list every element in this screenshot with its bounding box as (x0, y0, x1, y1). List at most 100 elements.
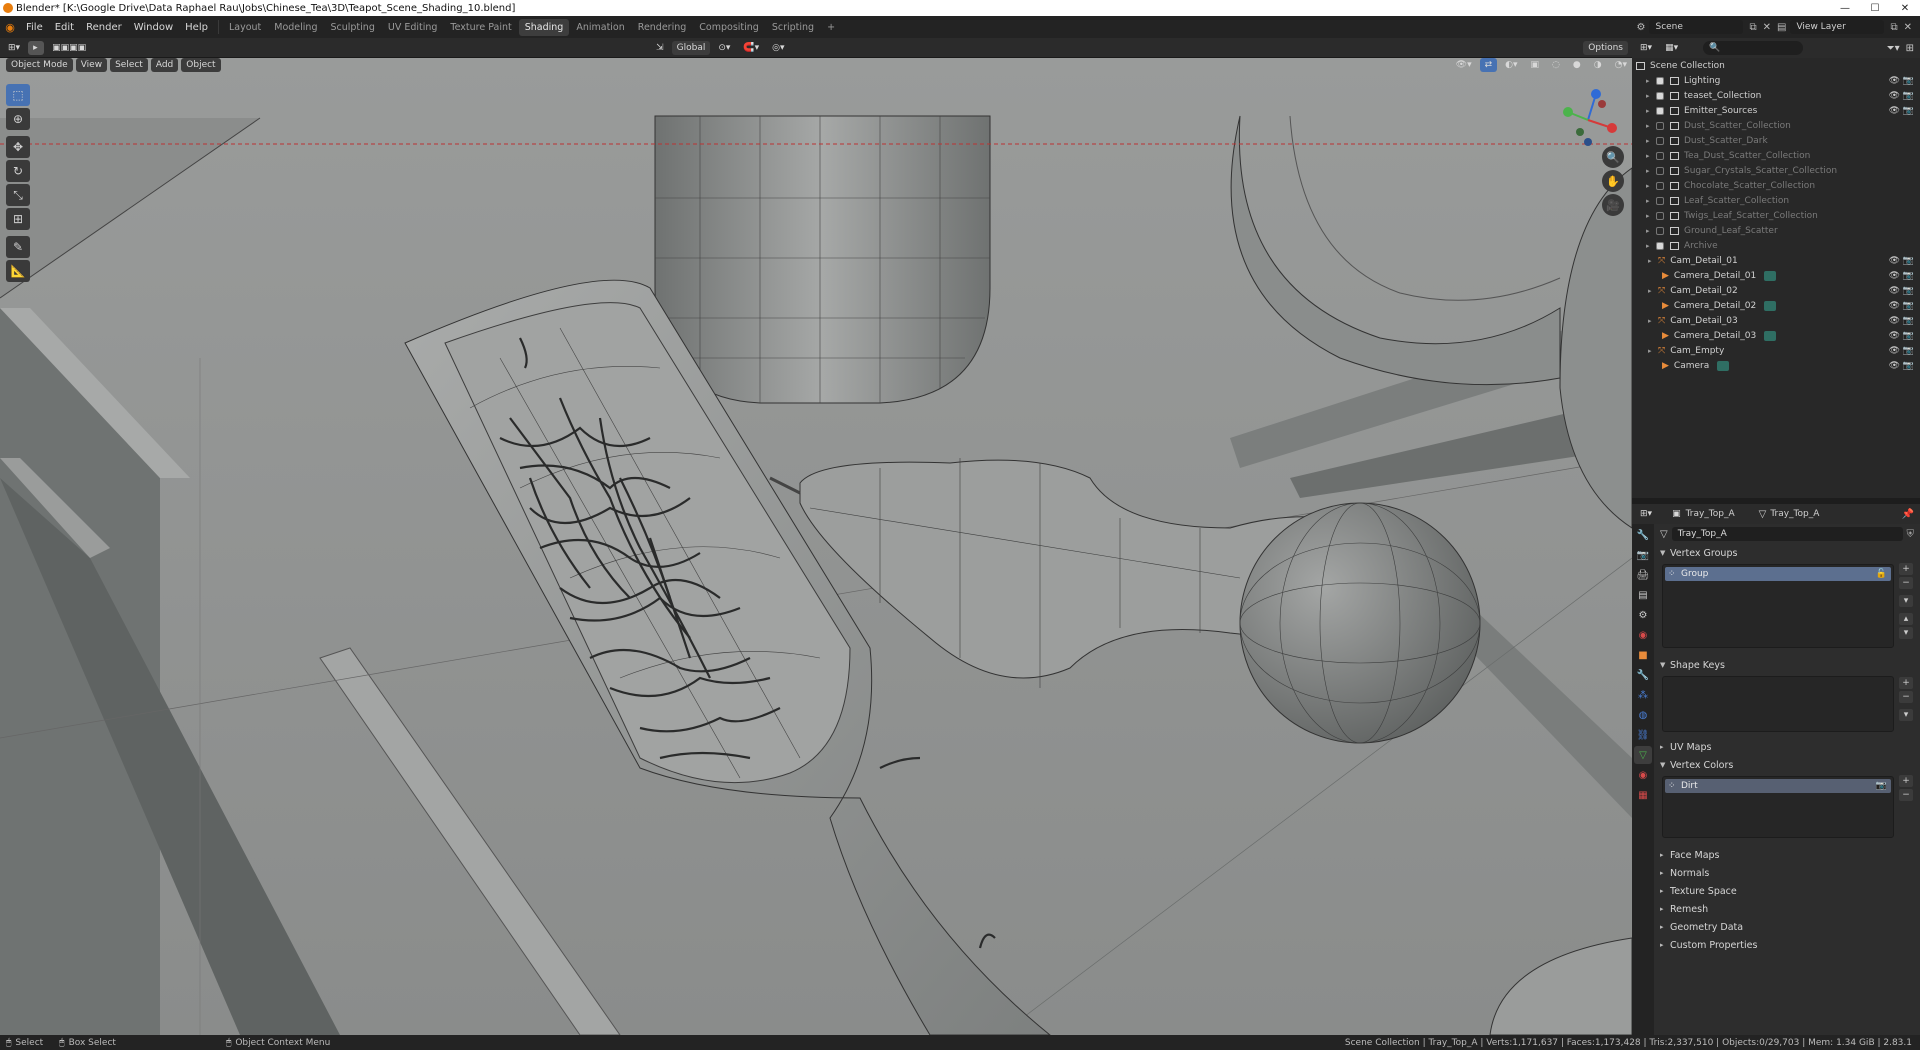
shading-rendered-icon[interactable]: ◔▾ (1610, 58, 1632, 72)
3d-viewport[interactable] (0, 58, 1632, 1035)
mesh-name-field[interactable]: Tray_Top_A (1671, 527, 1903, 541)
render-toggle-icon[interactable]: 📷 (1903, 91, 1914, 101)
expand-arrow-icon[interactable]: ▸ (1646, 137, 1654, 145)
expand-arrow-icon[interactable]: ▸ (1646, 197, 1654, 205)
expand-arrow-icon[interactable]: ▸ (1646, 92, 1654, 100)
vertex-color-item[interactable]: ⁘ Dirt 📷 (1665, 779, 1891, 793)
object-breadcrumb[interactable]: Tray_Top_A (1686, 509, 1735, 519)
expand-arrow-icon[interactable]: ▸ (1646, 122, 1654, 130)
camera-view-icon[interactable]: 🎥 (1602, 194, 1624, 216)
visibility-eye-icon[interactable]: 👁 (1889, 106, 1900, 116)
shape-keys-panel-header[interactable]: ▼ Shape Keys (1654, 656, 1920, 674)
tab-shading[interactable]: Shading (518, 18, 570, 36)
add-vertex-color-button[interactable]: + (1899, 775, 1913, 787)
vertex-groups-panel-header[interactable]: ▼ Vertex Groups (1654, 544, 1920, 562)
scene-tab-icon[interactable]: ⚙ (1634, 606, 1652, 624)
visibility-eye-icon[interactable]: 👁 (1889, 346, 1900, 356)
render-tab-icon[interactable]: 📷 (1634, 546, 1652, 564)
visibility-eye-icon[interactable]: 👁 (1889, 91, 1900, 101)
outliner-row[interactable]: ▸ Tea_Dust_Scatter_Collection (1632, 148, 1920, 163)
blender-menu-icon[interactable]: ◉ (0, 21, 20, 34)
visibility-eye-icon[interactable]: 👁 (1889, 271, 1900, 281)
editor-type-icon[interactable]: ⊞▾ (3, 41, 25, 55)
remesh-panel-header[interactable]: ▸ Remesh (1654, 900, 1920, 918)
remove-vertex-group-button[interactable]: − (1899, 577, 1913, 589)
close-icon[interactable]: ✕ (1890, 0, 1920, 16)
view-menu[interactable]: View (75, 58, 108, 72)
lock-icon[interactable]: 🔓 (1876, 569, 1887, 579)
expand-arrow-icon[interactable]: ▸ (1646, 152, 1654, 160)
exclude-checkbox[interactable] (1656, 166, 1664, 175)
move-down-button[interactable]: ▾ (1899, 627, 1913, 639)
texture-tab-icon[interactable]: ▦ (1634, 786, 1652, 804)
shape-key-specials-button[interactable]: ▾ (1899, 709, 1913, 721)
tab-texture-paint[interactable]: Texture Paint (444, 19, 517, 36)
exclude-checkbox[interactable] (1656, 181, 1664, 190)
exclude-checkbox[interactable] (1656, 106, 1664, 115)
select-menu[interactable]: Select (110, 58, 148, 72)
world-tab-icon[interactable]: ◉ (1634, 626, 1652, 644)
render-toggle-icon[interactable]: 📷 (1903, 301, 1914, 311)
expand-arrow-icon[interactable]: ▸ (1648, 347, 1656, 355)
outliner-row[interactable]: ▸ Lighting 👁 📷 (1632, 73, 1920, 88)
outliner-row[interactable]: ▶ Camera_Detail_01 👁 📷 (1632, 268, 1920, 283)
expand-arrow-icon[interactable]: ▸ (1646, 227, 1654, 235)
exclude-checkbox[interactable] (1656, 136, 1664, 145)
render-toggle-icon[interactable]: 📷 (1903, 286, 1914, 296)
menu-file[interactable]: File (20, 22, 49, 33)
new-collection-icon[interactable]: ⊞ (1906, 43, 1914, 54)
exclude-checkbox[interactable] (1656, 91, 1664, 100)
tab-compositing[interactable]: Compositing (693, 19, 765, 36)
visibility-eye-icon[interactable]: 👁 (1889, 301, 1900, 311)
expand-arrow-icon[interactable]: ▸ (1648, 287, 1656, 295)
render-toggle-icon[interactable]: 📷 (1903, 346, 1914, 356)
add-menu[interactable]: Add (150, 58, 179, 72)
shading-solid-icon[interactable]: ● (1568, 58, 1586, 72)
tab-scripting[interactable]: Scripting (766, 19, 820, 36)
exclude-checkbox[interactable] (1656, 211, 1664, 220)
expand-arrow-icon[interactable]: ▸ (1646, 167, 1654, 175)
visibility-eye-icon[interactable]: 👁 (1889, 316, 1900, 326)
select-mode-icon[interactable]: ▸ (28, 40, 45, 55)
menu-help[interactable]: Help (179, 22, 214, 33)
face-maps-panel-header[interactable]: ▸ Face Maps (1654, 846, 1920, 864)
tab-layout[interactable]: Layout (223, 19, 267, 36)
overlay-icon[interactable]: ◐▾ (1500, 58, 1522, 72)
gizmo-toggle-icon[interactable]: ⇄ (1479, 58, 1498, 72)
outliner-row[interactable]: ▶ Camera_Detail_03 👁 📷 (1632, 328, 1920, 343)
outliner-row[interactable]: ▶ Camera_Detail_02 👁 📷 (1632, 298, 1920, 313)
move-tool-icon[interactable]: ✥ (6, 136, 30, 158)
outliner-row[interactable]: ▸ ⤧ Cam_Detail_02 👁 📷 (1632, 283, 1920, 298)
remove-shape-key-button[interactable]: − (1899, 691, 1913, 703)
tab-modeling[interactable]: Modeling (268, 19, 323, 36)
expand-arrow-icon[interactable]: ▸ (1648, 317, 1656, 325)
display-mode-icon[interactable]: ▦▾ (1660, 41, 1683, 55)
filter-icon[interactable]: ⏷▾ (1887, 43, 1900, 54)
move-up-button[interactable]: ▴ (1899, 613, 1913, 625)
visibility-icon[interactable]: 👁▾ (1451, 58, 1477, 72)
normals-panel-header[interactable]: ▸ Normals (1654, 864, 1920, 882)
exclude-checkbox[interactable] (1656, 241, 1664, 250)
expand-arrow-icon[interactable]: ▸ (1646, 107, 1654, 115)
object-tab-icon[interactable]: ■ (1634, 646, 1652, 664)
shape-keys-list[interactable]: + − ▾ (1662, 676, 1913, 732)
render-toggle-icon[interactable]: 📷 (1903, 106, 1914, 116)
render-toggle-icon[interactable]: 📷 (1903, 331, 1914, 341)
outliner-row[interactable]: ▸ Dust_Scatter_Dark (1632, 133, 1920, 148)
shading-wireframe-icon[interactable]: ◌ (1547, 58, 1565, 72)
box-select-modes-icon[interactable]: ▣▣▣▣ (47, 41, 91, 55)
menu-render[interactable]: Render (80, 22, 128, 33)
particles-tab-icon[interactable]: ⁂ (1634, 686, 1652, 704)
render-toggle-icon[interactable]: 📷 (1903, 76, 1914, 86)
physics-tab-icon[interactable]: ◍ (1634, 706, 1652, 724)
shading-material-icon[interactable]: ◑ (1589, 58, 1607, 72)
outliner-row[interactable]: ▸ ⤧ Cam_Detail_03 👁 📷 (1632, 313, 1920, 328)
outliner-row[interactable]: ▸ Sugar_Crystals_Scatter_Collection (1632, 163, 1920, 178)
exclude-checkbox[interactable] (1656, 226, 1664, 235)
custom-properties-panel-header[interactable]: ▸ Custom Properties (1654, 936, 1920, 954)
options-dropdown[interactable]: Options (1583, 40, 1628, 55)
vertex-group-specials-button[interactable]: ▾ (1899, 595, 1913, 607)
outliner-row[interactable]: ▸ Ground_Leaf_Scatter (1632, 223, 1920, 238)
select-box-tool-icon[interactable]: ⬚ (6, 84, 30, 106)
expand-arrow-icon[interactable]: ▸ (1646, 242, 1654, 250)
